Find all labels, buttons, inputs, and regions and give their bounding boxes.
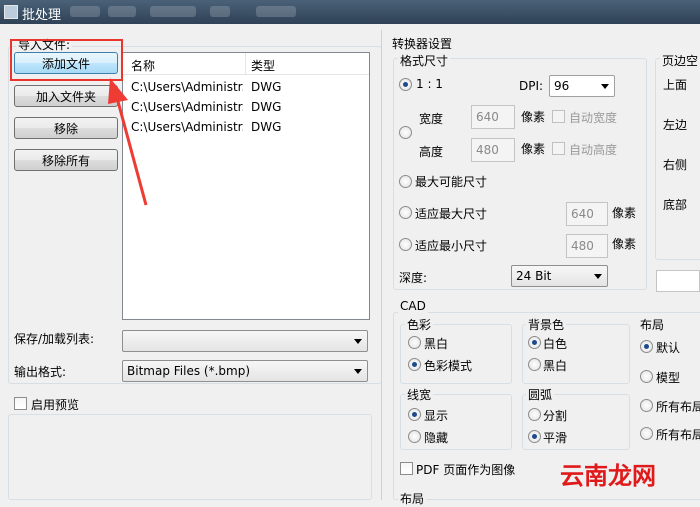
watermark-text: 云南龙网 [560,462,656,490]
annotation-arrow-shaft [114,93,148,206]
annotation-arrow [108,78,148,206]
annotation-arrow-head [108,78,128,104]
